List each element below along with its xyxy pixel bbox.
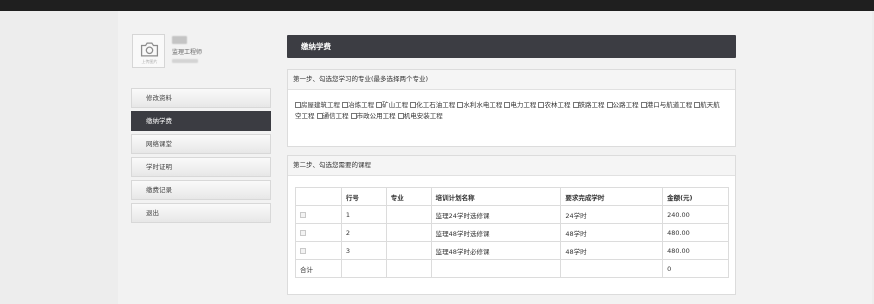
step2-panel: 第二步、勾选您需要的课程 行号 专业 培训计划名称 要求完成学时 金额(元) 1… bbox=[287, 155, 736, 295]
row-checkbox[interactable] bbox=[300, 247, 306, 254]
sidebar-item-pay-tuition[interactable]: 缴纳学费 bbox=[131, 111, 271, 131]
major-option[interactable]: 电力工程 bbox=[504, 101, 536, 109]
sidebar-menu: 修改资料 缴纳学费 网络课堂 学时证明 缴费记录 退出 bbox=[131, 88, 271, 226]
table-row[interactable]: 3 监理48学时必修课 48学时 480.00 bbox=[295, 241, 729, 260]
column-header-row-number: 行号 bbox=[340, 187, 387, 206]
major-option[interactable]: 房屋建筑工程 bbox=[295, 101, 340, 109]
major-option[interactable]: 农林工程 bbox=[538, 101, 570, 109]
table-header-row: 行号 专业 培训计划名称 要求完成学时 金额(元) bbox=[295, 187, 729, 206]
major-option[interactable]: 冶炼工程 bbox=[342, 101, 374, 109]
row-plan-name: 监理24学时选修课 bbox=[430, 205, 562, 224]
row-plan-name: 监理48学时选修课 bbox=[430, 223, 562, 242]
user-role: 监理工程师 bbox=[172, 49, 203, 56]
total-amount: 0 bbox=[662, 259, 729, 278]
avatar-caption: 上传图片 bbox=[141, 59, 158, 64]
column-header-plan-name: 培训计划名称 bbox=[430, 187, 562, 206]
step1-title: 第一步、勾选您学习的专业(最多选择两个专业) bbox=[288, 70, 735, 90]
top-bar bbox=[0, 0, 874, 11]
step1-panel: 第一步、勾选您学习的专业(最多选择两个专业) 房屋建筑工程 冶炼工程 矿山工程 … bbox=[287, 69, 736, 147]
total-row: 合计 0 bbox=[295, 259, 729, 278]
row-number: 1 bbox=[340, 205, 387, 224]
row-major bbox=[385, 241, 432, 260]
major-option[interactable]: 铁路工程 bbox=[572, 101, 605, 109]
row-select-cell bbox=[295, 223, 342, 242]
row-select-cell bbox=[295, 241, 342, 260]
row-select-cell bbox=[295, 205, 342, 224]
row-major bbox=[385, 223, 432, 242]
row-plan-name: 监理48学时必修课 bbox=[430, 241, 562, 260]
page-title: 缴纳学费 bbox=[287, 35, 736, 58]
row-amount: 480.00 bbox=[662, 241, 729, 260]
sidebar-item-payment-records[interactable]: 缴费记录 bbox=[131, 180, 271, 200]
sidebar-item-logout[interactable]: 退出 bbox=[131, 203, 271, 223]
table-row[interactable]: 1 监理24学时选修课 24学时 240.00 bbox=[295, 205, 729, 224]
row-amount: 480.00 bbox=[662, 223, 729, 242]
major-checkbox-list: 房屋建筑工程 冶炼工程 矿山工程 化工石油工程 水利水电工程 电力工程 农林工程… bbox=[288, 90, 733, 122]
major-option[interactable]: 港口与航道工程 bbox=[640, 101, 692, 109]
major-option[interactable]: 水利水电工程 bbox=[457, 101, 502, 109]
row-number: 3 bbox=[340, 241, 387, 260]
total-label: 合计 bbox=[295, 259, 342, 278]
row-hours: 24学时 bbox=[560, 205, 664, 224]
sidebar-item-hours-certificate[interactable]: 学时证明 bbox=[131, 157, 271, 177]
major-option[interactable]: 通信工程 bbox=[316, 112, 349, 120]
table-row[interactable]: 2 监理48学时选修课 48学时 480.00 bbox=[295, 223, 729, 242]
column-header-required-hours: 要求完成学时 bbox=[560, 187, 664, 206]
row-amount: 240.00 bbox=[662, 205, 729, 224]
major-option[interactable]: 化工石油工程 bbox=[410, 101, 455, 109]
major-option[interactable]: 公路工程 bbox=[606, 101, 639, 109]
row-hours: 48学时 bbox=[560, 241, 664, 260]
row-hours: 48学时 bbox=[560, 223, 664, 242]
step2-title: 第二步、勾选您需要的课程 bbox=[288, 156, 735, 176]
major-option[interactable]: 矿山工程 bbox=[376, 101, 408, 109]
row-number: 2 bbox=[340, 223, 387, 242]
row-checkbox[interactable] bbox=[300, 211, 306, 218]
column-header-select bbox=[295, 187, 342, 206]
course-table: 行号 专业 培训计划名称 要求完成学时 金额(元) 1 监理24学时选修课 24… bbox=[295, 187, 729, 278]
row-checkbox[interactable] bbox=[300, 229, 306, 236]
user-profile: 上传图片 监理工程师 bbox=[132, 34, 272, 72]
column-header-amount: 金额(元) bbox=[662, 187, 729, 206]
user-info-redacted bbox=[172, 59, 198, 63]
major-option[interactable]: 机电安装工程 bbox=[397, 112, 443, 120]
column-header-major: 专业 bbox=[385, 187, 432, 206]
row-major bbox=[385, 205, 432, 224]
sidebar-item-online-classroom[interactable]: 网络课堂 bbox=[131, 134, 271, 154]
avatar[interactable]: 上传图片 bbox=[132, 34, 165, 68]
camera-icon bbox=[140, 42, 159, 57]
sidebar-item-edit-profile[interactable]: 修改资料 bbox=[131, 88, 271, 108]
major-option[interactable]: 市政公用工程 bbox=[350, 112, 396, 120]
username-redacted bbox=[172, 36, 187, 44]
